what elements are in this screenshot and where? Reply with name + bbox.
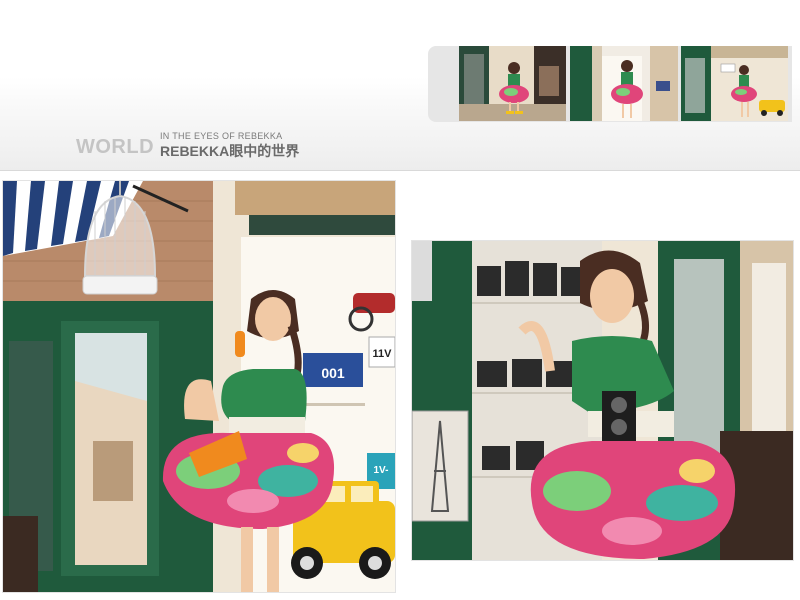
license-plate-2-text: 11V	[373, 348, 393, 360]
logo-tagline: IN THE EYES OF REBEKKA	[160, 131, 283, 141]
license-plate-3-text: 1V-	[373, 465, 388, 476]
photo-left: 001 11V 1V-	[3, 181, 395, 592]
thumbnail-3[interactable]	[681, 46, 788, 121]
photo-left-scene: 001 11V 1V-	[3, 181, 395, 592]
photo-right-scene	[412, 241, 793, 560]
thumbnail-1[interactable]	[459, 46, 566, 121]
logo-word: WORLD	[76, 136, 155, 158]
thumbnail-2-image	[570, 46, 678, 121]
license-plate-1-text: 001	[321, 365, 345, 381]
logo-brand: REBEKKA眼中的世界	[160, 143, 300, 159]
eiffel-poster	[412, 410, 469, 522]
thumbnail-1-image	[459, 46, 566, 121]
thumbnail-3-image	[681, 46, 788, 121]
photo-right	[412, 241, 793, 560]
thumbnail-2[interactable]	[570, 46, 678, 121]
